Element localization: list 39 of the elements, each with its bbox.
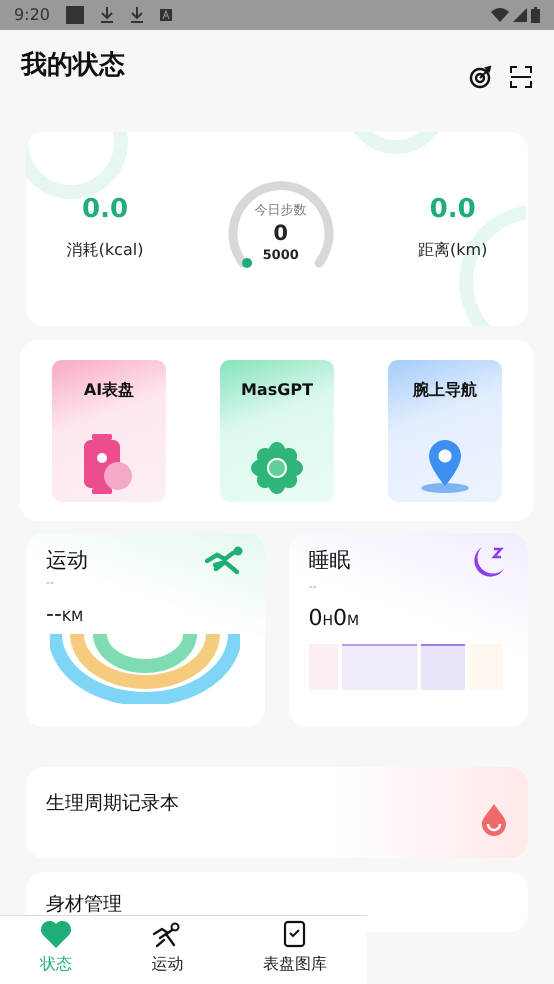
- steps-value: 0: [272, 220, 290, 246]
- scan-icon[interactable]: [509, 65, 533, 89]
- shortcut-tile[interactable]: MasGPT: [220, 360, 334, 502]
- wifi-icon: [491, 8, 509, 22]
- shortcut-tile[interactable]: 腕上导航: [388, 360, 502, 502]
- download-icon: [100, 7, 114, 23]
- sleep-card[interactable]: 睡眠 -- 0H0M: [288, 533, 528, 727]
- distance-label: 距离(km): [418, 239, 488, 261]
- watch-icon: [283, 920, 308, 948]
- distance-reading: --KM: [46, 604, 84, 626]
- calories-label: 消耗(kcal): [66, 239, 144, 261]
- keyboard-icon: [160, 9, 172, 21]
- flower-icon: [251, 442, 303, 494]
- sleep-duration: 0H0M: [308, 608, 360, 630]
- download-icon: [130, 7, 144, 23]
- steps-title: 今日步数: [254, 202, 308, 220]
- app-icon: [66, 6, 84, 24]
- signal-icon: [513, 8, 527, 22]
- page-title: 我的状态: [21, 48, 125, 82]
- steps-goal: 5000: [262, 246, 300, 265]
- calories-value: 0.0: [81, 196, 130, 222]
- period-card[interactable]: 生理周期记录本: [26, 767, 528, 858]
- sport-subtitle: --: [46, 576, 55, 588]
- sleep-title: 睡眠: [308, 547, 350, 574]
- runner-icon: [152, 922, 182, 948]
- battery-icon: [531, 7, 540, 23]
- sport-title: 运动: [46, 547, 88, 574]
- body-title: 身材管理: [46, 894, 123, 915]
- heart-icon: [40, 920, 72, 948]
- sleep-subtitle: --: [308, 581, 318, 592]
- target-icon[interactable]: [469, 65, 493, 89]
- shortcut-tile[interactable]: AI表盘: [52, 360, 166, 502]
- distance-value: 0.0: [428, 196, 477, 222]
- runner-icon: [204, 545, 244, 575]
- location-pin-icon: [420, 440, 470, 494]
- status-time: 9:20: [14, 4, 50, 26]
- period-title: 生理周期记录本: [46, 791, 179, 816]
- sport-card[interactable]: 运动 -- --KM: [26, 533, 264, 727]
- drop-icon: [480, 804, 508, 836]
